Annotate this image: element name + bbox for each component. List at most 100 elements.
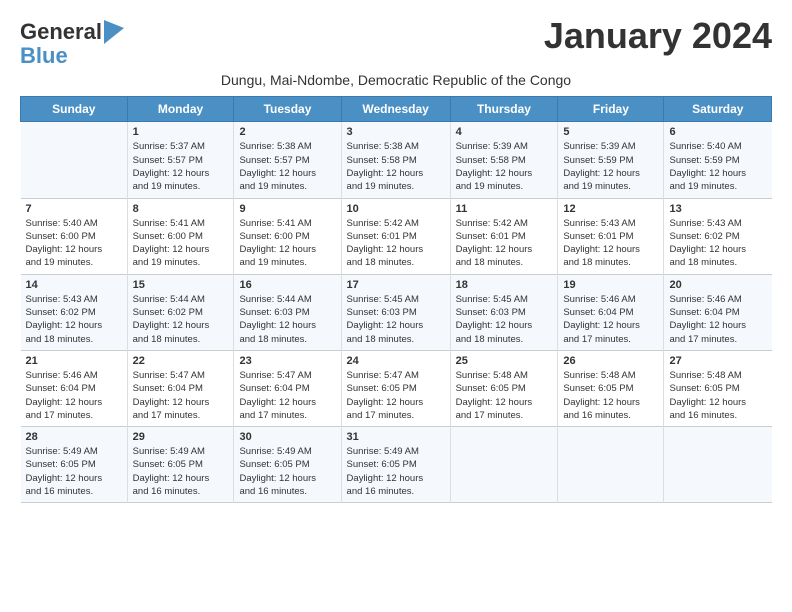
day-number: 4 [456, 126, 553, 138]
day-info: Sunrise: 5:43 AM Sunset: 6:02 PM Dayligh… [26, 293, 122, 346]
day-number: 25 [456, 355, 553, 367]
day-info: Sunrise: 5:48 AM Sunset: 6:05 PM Dayligh… [456, 369, 553, 422]
col-sunday: Sunday [21, 97, 128, 122]
logo-text-blue: Blue [20, 44, 126, 68]
day-number: 16 [239, 279, 335, 291]
calendar-body: 1 Sunrise: 5:37 AM Sunset: 5:57 PM Daylig… [21, 122, 772, 503]
calendar-cell: 3Sunrise: 5:38 AM Sunset: 5:58 PM Daylig… [341, 122, 450, 198]
day-info: Sunrise: 5:38 AM Sunset: 5:58 PM Dayligh… [347, 140, 445, 193]
col-saturday: Saturday [664, 97, 772, 122]
calendar-cell: 9 Sunrise: 5:41 AM Sunset: 6:00 PM Daylig… [234, 198, 341, 274]
day-number: 23 [239, 355, 335, 367]
day-info: Sunrise: 5:44 AM Sunset: 6:03 PM Dayligh… [239, 293, 335, 346]
day-number: 24 [347, 355, 445, 367]
calendar-cell: 2Sunrise: 5:38 AM Sunset: 5:57 PM Daylig… [234, 122, 341, 198]
calendar-cell: 15 Sunrise: 5:44 AM Sunset: 6:02 PM Dayli… [127, 274, 234, 350]
col-friday: Friday [558, 97, 664, 122]
day-info: Sunrise: 5:46 AM Sunset: 6:04 PM Dayligh… [669, 293, 766, 346]
calendar-cell: 21Sunrise: 5:46 AM Sunset: 6:04 PM Dayli… [21, 350, 128, 426]
header-row: Sunday Monday Tuesday Wednesday Thursday… [21, 97, 772, 122]
day-info: Sunrise: 5:48 AM Sunset: 6:05 PM Dayligh… [563, 369, 658, 422]
calendar-cell [664, 427, 772, 503]
calendar-cell: 26 Sunrise: 5:48 AM Sunset: 6:05 PM Dayli… [558, 350, 664, 426]
day-number: 20 [669, 279, 766, 291]
calendar-week-5: 28 Sunrise: 5:49 AM Sunset: 6:05 PM Dayli… [21, 427, 772, 503]
col-monday: Monday [127, 97, 234, 122]
col-thursday: Thursday [450, 97, 558, 122]
day-info: Sunrise: 5:44 AM Sunset: 6:02 PM Dayligh… [133, 293, 229, 346]
day-info: Sunrise: 5:49 AM Sunset: 6:05 PM Dayligh… [239, 445, 335, 498]
month-title: January 2024 [544, 16, 772, 56]
day-number: 19 [563, 279, 658, 291]
logo: General Blue [20, 20, 126, 68]
calendar-cell: 13Sunrise: 5:43 AM Sunset: 6:02 PM Dayli… [664, 198, 772, 274]
day-info: Sunrise: 5:37 AM Sunset: 5:57 PM Dayligh… [133, 140, 229, 193]
calendar-cell: 1 Sunrise: 5:37 AM Sunset: 5:57 PM Daylig… [127, 122, 234, 198]
day-number: 29 [133, 431, 229, 443]
day-number: 30 [239, 431, 335, 443]
subtitle: Dungu, Mai-Ndombe, Democratic Republic o… [20, 72, 772, 88]
day-number: 18 [456, 279, 553, 291]
day-number: 14 [26, 279, 122, 291]
calendar-cell: 30 Sunrise: 5:49 AM Sunset: 6:05 PM Dayli… [234, 427, 341, 503]
calendar-cell: 14 Sunrise: 5:43 AM Sunset: 6:02 PM Dayli… [21, 274, 128, 350]
day-info: Sunrise: 5:42 AM Sunset: 6:01 PM Dayligh… [347, 217, 445, 270]
calendar-cell: 31Sunrise: 5:49 AM Sunset: 6:05 PM Dayli… [341, 427, 450, 503]
day-info: Sunrise: 5:40 AM Sunset: 6:00 PM Dayligh… [26, 217, 122, 270]
calendar-week-2: 7 Sunrise: 5:40 AM Sunset: 6:00 PM Daylig… [21, 198, 772, 274]
col-wednesday: Wednesday [341, 97, 450, 122]
day-number: 15 [133, 279, 229, 291]
calendar-cell: 19 Sunrise: 5:46 AM Sunset: 6:04 PM Dayli… [558, 274, 664, 350]
day-info: Sunrise: 5:39 AM Sunset: 5:58 PM Dayligh… [456, 140, 553, 193]
page: General Blue January 2024 Dungu, Mai-Ndo… [0, 0, 792, 513]
day-number: 8 [133, 203, 229, 215]
calendar-cell: 25 Sunrise: 5:48 AM Sunset: 6:05 PM Dayli… [450, 350, 558, 426]
calendar-cell: 12 Sunrise: 5:43 AM Sunset: 6:01 PM Dayli… [558, 198, 664, 274]
calendar-header: Sunday Monday Tuesday Wednesday Thursday… [21, 97, 772, 122]
calendar-week-3: 14 Sunrise: 5:43 AM Sunset: 6:02 PM Dayli… [21, 274, 772, 350]
day-number: 28 [26, 431, 122, 443]
day-number: 22 [133, 355, 229, 367]
logo-icon [104, 20, 124, 44]
day-info: Sunrise: 5:47 AM Sunset: 6:04 PM Dayligh… [239, 369, 335, 422]
day-info: Sunrise: 5:43 AM Sunset: 6:01 PM Dayligh… [563, 217, 658, 270]
day-number: 21 [26, 355, 122, 367]
day-info: Sunrise: 5:39 AM Sunset: 5:59 PM Dayligh… [563, 140, 658, 193]
day-number: 12 [563, 203, 658, 215]
title-block: January 2024 [544, 16, 772, 56]
calendar-cell: 27Sunrise: 5:48 AM Sunset: 6:05 PM Dayli… [664, 350, 772, 426]
calendar-cell: 8 Sunrise: 5:41 AM Sunset: 6:00 PM Daylig… [127, 198, 234, 274]
col-tuesday: Tuesday [234, 97, 341, 122]
logo-text-general: General [20, 20, 102, 44]
day-number: 13 [669, 203, 766, 215]
day-number: 26 [563, 355, 658, 367]
day-info: Sunrise: 5:47 AM Sunset: 6:04 PM Dayligh… [133, 369, 229, 422]
day-info: Sunrise: 5:45 AM Sunset: 6:03 PM Dayligh… [456, 293, 553, 346]
day-info: Sunrise: 5:49 AM Sunset: 6:05 PM Dayligh… [26, 445, 122, 498]
calendar-cell: 4 Sunrise: 5:39 AM Sunset: 5:58 PM Daylig… [450, 122, 558, 198]
calendar-week-4: 21Sunrise: 5:46 AM Sunset: 6:04 PM Dayli… [21, 350, 772, 426]
calendar-cell: 24 Sunrise: 5:47 AM Sunset: 6:05 PM Dayli… [341, 350, 450, 426]
calendar-cell: 28 Sunrise: 5:49 AM Sunset: 6:05 PM Dayli… [21, 427, 128, 503]
calendar-cell [450, 427, 558, 503]
day-info: Sunrise: 5:41 AM Sunset: 6:00 PM Dayligh… [133, 217, 229, 270]
calendar-cell: 5Sunrise: 5:39 AM Sunset: 5:59 PM Daylig… [558, 122, 664, 198]
day-number: 17 [347, 279, 445, 291]
day-number: 1 [133, 126, 229, 138]
calendar-cell: 11Sunrise: 5:42 AM Sunset: 6:01 PM Dayli… [450, 198, 558, 274]
day-info: Sunrise: 5:47 AM Sunset: 6:05 PM Dayligh… [347, 369, 445, 422]
day-number: 9 [239, 203, 335, 215]
day-number: 10 [347, 203, 445, 215]
day-number: 31 [347, 431, 445, 443]
day-info: Sunrise: 5:45 AM Sunset: 6:03 PM Dayligh… [347, 293, 445, 346]
day-number: 7 [26, 203, 122, 215]
day-number: 2 [239, 126, 335, 138]
day-info: Sunrise: 5:41 AM Sunset: 6:00 PM Dayligh… [239, 217, 335, 270]
calendar-cell: 20 Sunrise: 5:46 AM Sunset: 6:04 PM Dayli… [664, 274, 772, 350]
calendar-cell: 6Sunrise: 5:40 AM Sunset: 5:59 PM Daylig… [664, 122, 772, 198]
day-info: Sunrise: 5:49 AM Sunset: 6:05 PM Dayligh… [133, 445, 229, 498]
calendar-cell: 16 Sunrise: 5:44 AM Sunset: 6:03 PM Dayli… [234, 274, 341, 350]
day-info: Sunrise: 5:46 AM Sunset: 6:04 PM Dayligh… [563, 293, 658, 346]
calendar-cell: 23 Sunrise: 5:47 AM Sunset: 6:04 PM Dayli… [234, 350, 341, 426]
calendar-week-1: 1 Sunrise: 5:37 AM Sunset: 5:57 PM Daylig… [21, 122, 772, 198]
